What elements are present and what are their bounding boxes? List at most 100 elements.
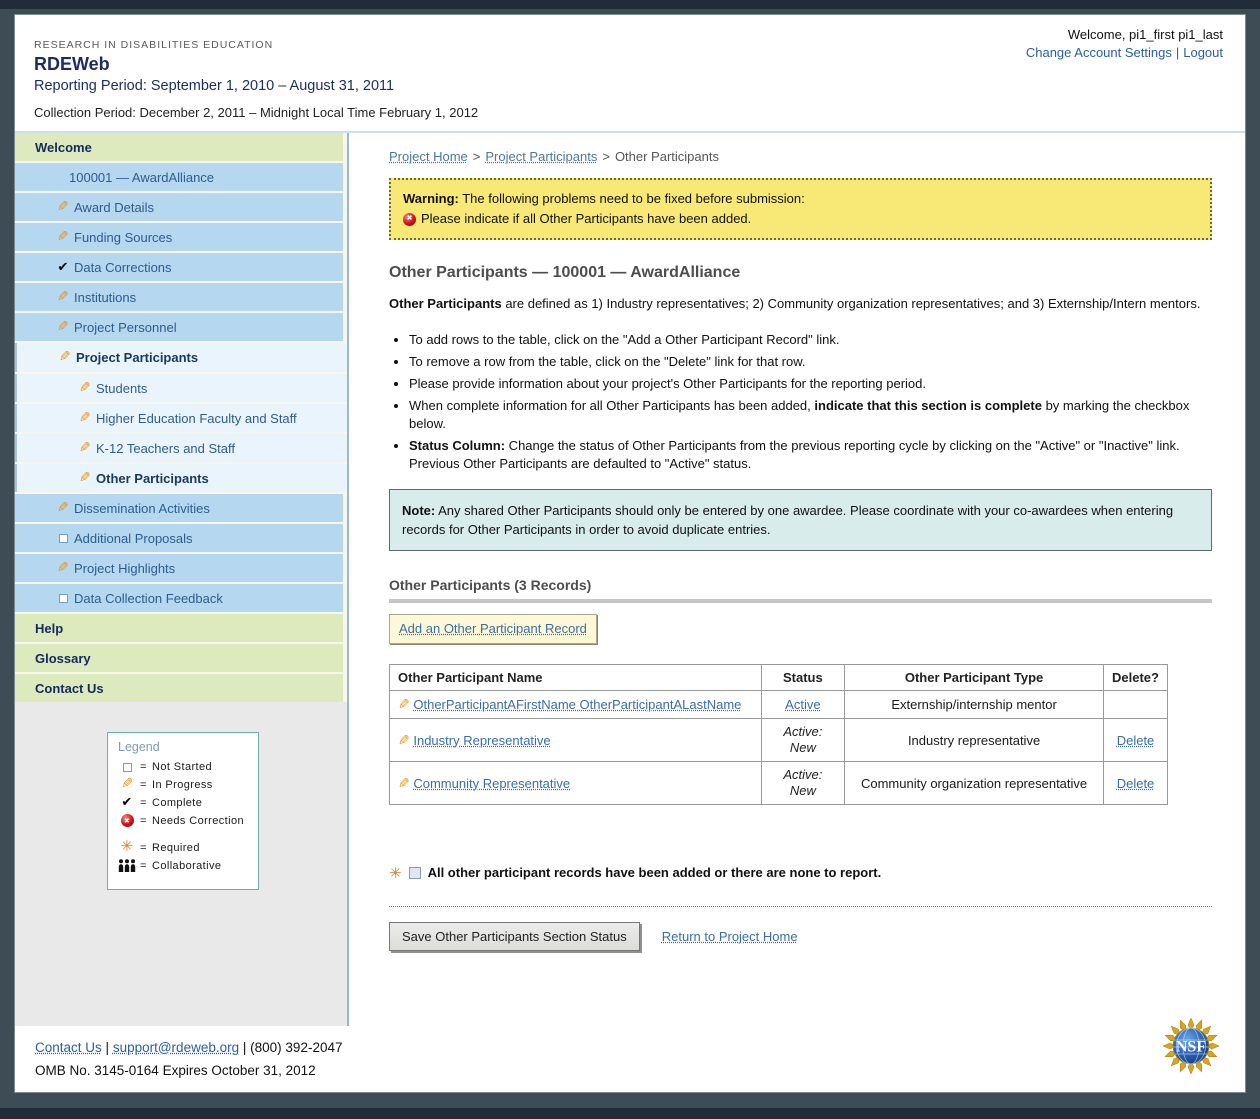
status-text: Active:New bbox=[783, 724, 822, 755]
legend-item-needs-correction: ✖ = Needs Correction bbox=[118, 814, 250, 827]
window-top-strip bbox=[0, 0, 1260, 9]
sidebar-item-project-highlights[interactable]: ✎Project Highlights bbox=[15, 554, 343, 582]
in-progress-icon: ✎ bbox=[79, 472, 91, 484]
legend-box: Legend = Not Started ✎ = In Progress ✔ =… bbox=[107, 732, 259, 890]
instruction-item: When complete information for all Other … bbox=[409, 397, 1212, 433]
sidebar-item-help[interactable]: Help bbox=[15, 614, 343, 642]
legend-item-required: ✳ = Required bbox=[118, 841, 250, 854]
column-header-status: Status bbox=[761, 665, 845, 691]
participant-type: Community organization representative bbox=[845, 762, 1104, 805]
legend-label: Required bbox=[152, 842, 200, 854]
page-title: Other Participants — 100001 — AwardAllia… bbox=[389, 264, 1212, 282]
add-other-participant-button[interactable]: Add an Other Participant Record bbox=[389, 614, 597, 644]
sidebar-item-project-personnel[interactable]: ✎Project Personnel bbox=[15, 313, 343, 341]
legend-label: Needs Correction bbox=[152, 815, 244, 827]
not-started-icon bbox=[59, 594, 68, 603]
column-header-type: Other Participant Type bbox=[845, 665, 1104, 691]
sidebar-item-contact-us[interactable]: Contact Us bbox=[15, 674, 343, 702]
footer-email-link[interactable]: support@rdeweb.org bbox=[113, 1040, 239, 1055]
status-toggle-link[interactable]: Active bbox=[785, 697, 820, 712]
sidebar-item-glossary[interactable]: Glossary bbox=[15, 644, 343, 672]
warning-label: Warning: bbox=[403, 191, 459, 206]
save-section-status-button[interactable]: Save Other Participants Section Status bbox=[389, 922, 640, 951]
legend-item-collaborative: = Collaborative bbox=[118, 859, 250, 872]
nsf-logo: NSF bbox=[1161, 1016, 1221, 1076]
complete-icon: ✔ bbox=[121, 794, 132, 809]
sidebar-nav: Welcome 100001 — AwardAlliance ✎Award De… bbox=[15, 133, 347, 702]
definition-paragraph: Other Participants are defined as 1) Ind… bbox=[389, 295, 1212, 313]
required-icon: ✳ bbox=[389, 868, 402, 880]
needs-correction-icon: ✖ bbox=[121, 814, 134, 827]
note-box: Note: Any shared Other Participants shou… bbox=[389, 489, 1212, 551]
sidebar-item-funding-sources[interactable]: ✎Funding Sources bbox=[15, 223, 343, 251]
sidebar-item-students[interactable]: ✎Students bbox=[15, 374, 347, 402]
delete-link[interactable]: Delete bbox=[1117, 776, 1155, 791]
sidebar-item-project-participants[interactable]: ✎Project Participants bbox=[15, 343, 347, 371]
breadcrumb-project-home[interactable]: Project Home bbox=[389, 149, 468, 164]
page-frame: RESEARCH IN DISABILITIES EDUCATION RDEWe… bbox=[0, 9, 1260, 1108]
note-label: Note: bbox=[402, 503, 435, 518]
welcome-user-text: Welcome, pi1_first pi1_last bbox=[1026, 27, 1223, 42]
legend-item-not-started: = Not Started bbox=[118, 761, 250, 773]
warning-error-item: Please indicate if all Other Participant… bbox=[421, 209, 751, 229]
logout-link[interactable]: Logout bbox=[1183, 45, 1223, 60]
in-progress-icon: ✎ bbox=[79, 442, 91, 454]
required-icon: ✳ bbox=[121, 838, 134, 855]
needs-correction-icon: ✖ bbox=[403, 213, 416, 226]
participant-type: Industry representative bbox=[845, 719, 1104, 762]
instruction-item: Please provide information about your pr… bbox=[409, 375, 1212, 393]
participant-type: Externship/internship mentor bbox=[845, 691, 1104, 719]
instruction-item: To remove a row from the table, click on… bbox=[409, 353, 1212, 371]
participant-name-link[interactable]: Community Representative bbox=[413, 776, 570, 791]
legend-label: Complete bbox=[152, 797, 202, 809]
sidebar-item-other-participants[interactable]: ✎Other Participants bbox=[15, 464, 347, 492]
footer-phone: (800) 392-2047 bbox=[250, 1040, 342, 1055]
column-header-name: Other Participant Name bbox=[390, 665, 762, 691]
instruction-list: To add rows to the table, click on the "… bbox=[389, 331, 1212, 473]
not-started-icon bbox=[123, 763, 132, 772]
change-account-settings-link[interactable]: Change Account Settings bbox=[1026, 45, 1172, 60]
section-divider bbox=[389, 906, 1212, 907]
sidebar-item-k12-teachers[interactable]: ✎K-12 Teachers and Staff bbox=[15, 434, 347, 462]
sidebar-item-data-corrections[interactable]: ✔Data Corrections bbox=[15, 253, 343, 281]
status-text: Active:New bbox=[783, 767, 822, 798]
participants-table: Other Participant Name Status Other Part… bbox=[389, 664, 1168, 805]
in-progress-icon: ✎ bbox=[121, 778, 133, 790]
page-footer: Contact Us | support@rdeweb.org | (800) … bbox=[15, 1026, 1245, 1092]
in-progress-icon: ✎ bbox=[57, 201, 69, 213]
app-header: RESEARCH IN DISABILITIES EDUCATION RDEWe… bbox=[15, 15, 1245, 133]
sidebar-item-dissemination-activities[interactable]: ✎Dissemination Activities bbox=[15, 494, 343, 522]
in-progress-icon: ✎ bbox=[57, 291, 69, 303]
table-row: ✎ Community Representative Active:New Co… bbox=[390, 762, 1168, 805]
app-header-right: Welcome, pi1_first pi1_last Change Accou… bbox=[1026, 27, 1223, 60]
sidebar-item-higher-ed-faculty[interactable]: ✎Higher Education Faculty and Staff bbox=[15, 404, 347, 432]
sidebar-item-data-collection-feedback[interactable]: Data Collection Feedback bbox=[15, 584, 343, 612]
collection-period: Collection Period: December 2, 2011 – Mi… bbox=[34, 105, 1245, 120]
participant-name-link[interactable]: OtherParticipantAFirstName OtherParticip… bbox=[413, 697, 741, 712]
sidebar-item-award[interactable]: 100001 — AwardAlliance bbox=[15, 163, 343, 191]
participant-name-link[interactable]: Industry Representative bbox=[413, 733, 550, 748]
confirm-section: ✳ All other participant records have bee… bbox=[389, 865, 1212, 880]
collaborative-icon bbox=[118, 859, 136, 872]
reporting-period: Reporting Period: September 1, 2010 – Au… bbox=[34, 78, 1245, 94]
in-progress-icon: ✎ bbox=[57, 231, 69, 243]
confirm-checkbox[interactable] bbox=[409, 867, 421, 879]
instruction-item: To add rows to the table, click on the "… bbox=[409, 331, 1212, 349]
return-to-project-home-link[interactable]: Return to Project Home bbox=[662, 929, 798, 944]
confirm-label: All other participant records have been … bbox=[428, 865, 882, 880]
sidebar-item-welcome[interactable]: Welcome bbox=[15, 133, 343, 161]
breadcrumb-current: Other Participants bbox=[615, 149, 719, 164]
footer-omb-text: OMB No. 3145-0164 Expires October 31, 20… bbox=[35, 1063, 1245, 1078]
header-link-separator: | bbox=[1176, 45, 1179, 60]
sidebar-item-additional-proposals[interactable]: Additional Proposals bbox=[15, 524, 343, 552]
delete-link[interactable]: Delete bbox=[1117, 733, 1155, 748]
footer-contact-us-link[interactable]: Contact Us bbox=[35, 1040, 102, 1055]
instruction-item: Status Column: Change the status of Othe… bbox=[409, 437, 1212, 473]
sidebar-item-institutions[interactable]: ✎Institutions bbox=[15, 283, 343, 311]
add-other-participant-link[interactable]: Add an Other Participant Record bbox=[399, 621, 587, 636]
window-bottom-strip bbox=[0, 1108, 1260, 1119]
breadcrumb-project-participants[interactable]: Project Participants bbox=[485, 149, 597, 164]
table-row: ✎ OtherParticipantAFirstName OtherPartic… bbox=[390, 691, 1168, 719]
sidebar: Welcome 100001 — AwardAlliance ✎Award De… bbox=[15, 133, 347, 1026]
sidebar-item-award-details[interactable]: ✎Award Details bbox=[15, 193, 343, 221]
